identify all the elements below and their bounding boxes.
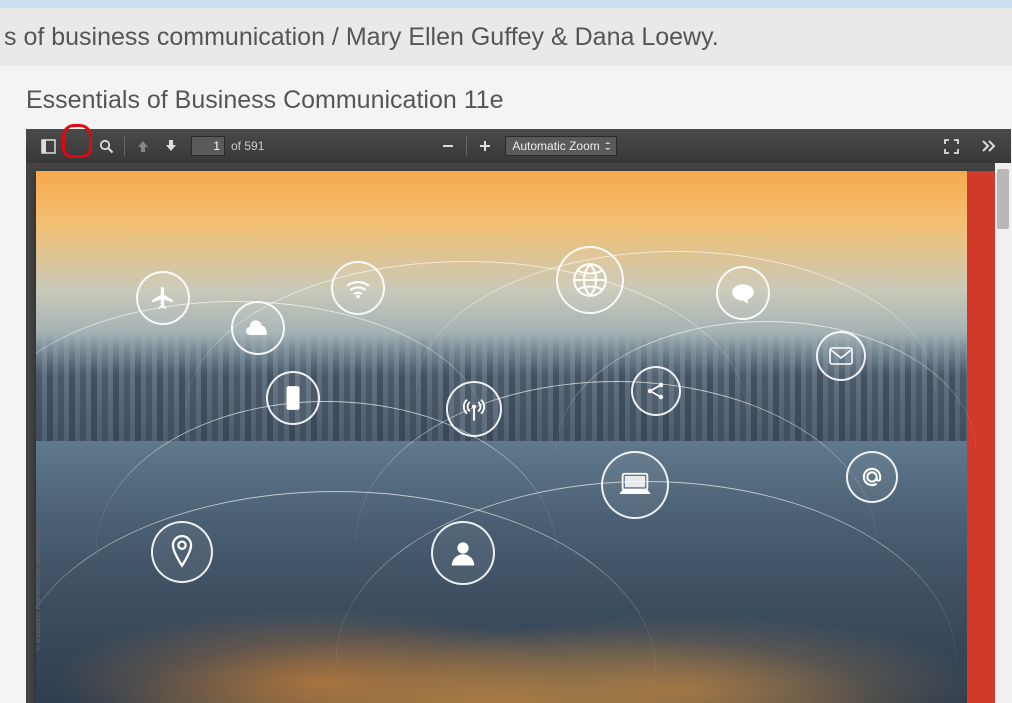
search-icon <box>99 139 114 154</box>
scrollbar-track[interactable] <box>995 163 1011 703</box>
previous-page-button[interactable] <box>129 132 157 160</box>
content-area: Essentials of Business Communication 11e <box>0 66 1012 703</box>
pdf-viewer: of 591 Automatic Zoom <box>26 129 1011 703</box>
cover-node-cloud-icon <box>231 301 285 355</box>
breadcrumb-text: s of business communication / Mary Ellen… <box>4 23 719 52</box>
top-accent-strip <box>0 0 1012 8</box>
zoom-out-button[interactable] <box>434 132 462 160</box>
pdf-toolbar: of 591 Automatic Zoom <box>26 129 1011 163</box>
zoom-select[interactable]: Automatic Zoom <box>505 136 616 156</box>
next-page-button[interactable] <box>157 132 185 160</box>
cover-node-plane-icon <box>136 271 190 325</box>
sidebar-icon <box>41 139 56 154</box>
zoom-select-label: Automatic Zoom <box>512 139 599 153</box>
toolbar-separator <box>124 136 125 156</box>
cover-node-at-icon <box>846 451 898 503</box>
fullscreen-icon <box>944 139 959 154</box>
cover-node-antenna-icon <box>446 381 502 437</box>
cover-node-wifi-icon <box>331 261 385 315</box>
image-credit: © Ekaphon maneechot/Shutterstock <box>36 523 42 651</box>
cover-node-laptop-icon <box>601 451 669 519</box>
cover-node-phone-icon <box>266 371 320 425</box>
toggle-sidebar-button[interactable] <box>34 132 62 160</box>
document-title: Essentials of Business Communication 11e <box>26 86 1012 115</box>
cover-node-pin-icon <box>151 521 213 583</box>
cover-node-user-icon <box>431 521 495 585</box>
page-count-label: of 591 <box>231 139 264 153</box>
cover-node-share-icon <box>631 366 681 416</box>
tools-menu-button[interactable] <box>975 132 1003 160</box>
arrow-up-icon <box>136 139 150 153</box>
cover-node-globe-icon <box>556 246 624 314</box>
pdf-page[interactable]: © Ekaphon maneechot/Shutterstock <box>36 171 1001 703</box>
minus-icon <box>441 139 455 153</box>
page-number-input[interactable] <box>191 136 225 156</box>
scrollbar-thumb[interactable] <box>997 169 1009 229</box>
toolbar-separator <box>466 136 467 156</box>
cover-node-chat-icon <box>716 266 770 320</box>
find-button[interactable] <box>92 132 120 160</box>
breadcrumb-bar: s of business communication / Mary Ellen… <box>0 8 1012 66</box>
arrow-down-icon <box>164 139 178 153</box>
cover-node-mail-icon <box>816 331 866 381</box>
chevron-double-right-icon <box>981 139 997 153</box>
presentation-mode-button[interactable] <box>937 132 965 160</box>
zoom-in-button[interactable] <box>471 132 499 160</box>
plus-icon <box>478 139 492 153</box>
pdf-page-container: © Ekaphon maneechot/Shutterstock <box>26 163 1011 703</box>
